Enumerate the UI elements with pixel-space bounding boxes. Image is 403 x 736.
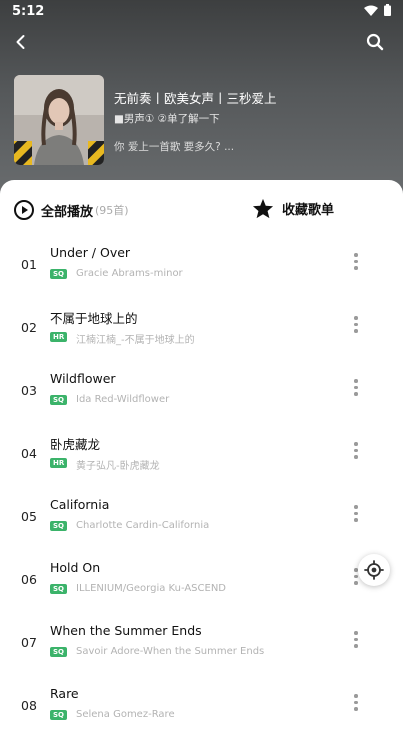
- song-artist-album: Gracie Abrams-minor: [76, 268, 183, 279]
- song-row[interactable]: 08 Rare SQ Selena Gomez-Rare: [0, 673, 403, 736]
- song-index: 02: [21, 320, 37, 335]
- playlist-header: 5:12 无前奏丨欧美女声丨三秒爱上 ■男声① ②单了解一下 你 爱上一首歌 要…: [0, 0, 403, 200]
- more-vertical-icon[interactable]: [351, 505, 361, 525]
- song-index: 04: [21, 446, 37, 461]
- quality-badge: SQ: [50, 521, 67, 531]
- song-artist-album: 黄子弘凡-卧虎藏龙: [76, 461, 160, 472]
- playlist-creator[interactable]: ■男声① ②单了解一下: [114, 111, 220, 126]
- song-artist-album: 江楠江楠_-不属于地球上的: [76, 335, 195, 346]
- song-row[interactable]: 03 Wildflower SQ Ida Red-Wildflower: [0, 358, 403, 421]
- song-index: 03: [21, 383, 37, 398]
- battery-icon: [384, 4, 391, 16]
- more-vertical-icon[interactable]: [351, 442, 361, 462]
- song-title: Rare: [50, 686, 79, 701]
- song-title: Under / Over: [50, 245, 131, 260]
- song-row[interactable]: 02 不属于地球上的 HR 江楠江楠_-不属于地球上的: [0, 295, 403, 358]
- quality-badge: HR: [50, 332, 68, 342]
- quality-badge: SQ: [50, 269, 67, 279]
- quality-badge: SQ: [50, 584, 67, 594]
- song-index: 08: [21, 698, 37, 713]
- song-row[interactable]: 05 California SQ Charlotte Cardin-Califo…: [0, 484, 403, 547]
- song-artist-album: Savoir Adore-When the Summer Ends: [76, 646, 265, 657]
- collect-playlist-button[interactable]: 收藏歌单: [252, 198, 334, 219]
- song-title: Wildflower: [50, 371, 116, 386]
- song-title: Hold On: [50, 560, 101, 575]
- song-artist-album: Selena Gomez-Rare: [76, 709, 175, 720]
- wifi-icon: [364, 5, 378, 16]
- collect-label: 收藏歌单: [282, 203, 335, 218]
- song-row[interactable]: 01 Under / Over SQ Gracie Abrams-minor: [0, 232, 403, 295]
- search-icon[interactable]: [364, 31, 386, 53]
- song-index: 07: [21, 635, 37, 650]
- play-all-button[interactable]: 全部播放 (95首): [14, 200, 129, 220]
- song-row[interactable]: 06 Hold On SQ ILLENIUM/Georgia Ku-ASCEND: [0, 547, 403, 610]
- playlist-title: 无前奏丨欧美女声丨三秒爱上: [114, 91, 277, 106]
- song-title: California: [50, 497, 110, 512]
- song-title: 卧虎藏龙: [50, 437, 101, 452]
- quality-badge: SQ: [50, 395, 67, 405]
- song-index: 01: [21, 257, 37, 272]
- quality-badge: SQ: [50, 710, 67, 720]
- play-circle-icon: [14, 200, 34, 220]
- song-list-sheet: 全部播放 (95首) 收藏歌单 01 Under / Over SQ Graci…: [0, 180, 403, 720]
- status-bar: 5:12: [0, 0, 403, 24]
- song-artist-album: Charlotte Cardin-California: [76, 520, 210, 531]
- more-vertical-icon[interactable]: [351, 694, 361, 714]
- more-vertical-icon[interactable]: [351, 631, 361, 651]
- quality-badge: SQ: [50, 647, 67, 657]
- more-vertical-icon[interactable]: [351, 379, 361, 399]
- status-time: 5:12: [12, 4, 45, 19]
- song-row[interactable]: 04 卧虎藏龙 HR 黄子弘凡-卧虎藏龙: [0, 421, 403, 484]
- song-count: (95首): [95, 204, 129, 217]
- song-artist-album: ILLENIUM/Georgia Ku-ASCEND: [76, 583, 226, 594]
- star-icon: [252, 198, 274, 219]
- song-artist-album: Ida Red-Wildflower: [76, 394, 170, 405]
- playlist-description[interactable]: 你 爱上一首歌 要多久? ...: [114, 139, 234, 154]
- status-icons: [364, 4, 391, 16]
- more-vertical-icon[interactable]: [351, 316, 361, 336]
- back-arrow-icon[interactable]: [10, 31, 32, 53]
- song-index: 05: [21, 509, 37, 524]
- play-all-label: 全部播放: [41, 204, 94, 220]
- quality-badge: HR: [50, 458, 68, 468]
- playlist-cover[interactable]: [14, 75, 104, 165]
- song-title: 不属于地球上的: [50, 311, 138, 326]
- song-index: 06: [21, 572, 37, 587]
- more-vertical-icon[interactable]: [351, 253, 361, 273]
- locate-current-song-button[interactable]: [358, 554, 390, 586]
- song-title: When the Summer Ends: [50, 623, 202, 638]
- song-list: 01 Under / Over SQ Gracie Abrams-minor 0…: [0, 232, 403, 736]
- locate-icon: [364, 560, 384, 580]
- song-row[interactable]: 07 When the Summer Ends SQ Savoir Adore-…: [0, 610, 403, 673]
